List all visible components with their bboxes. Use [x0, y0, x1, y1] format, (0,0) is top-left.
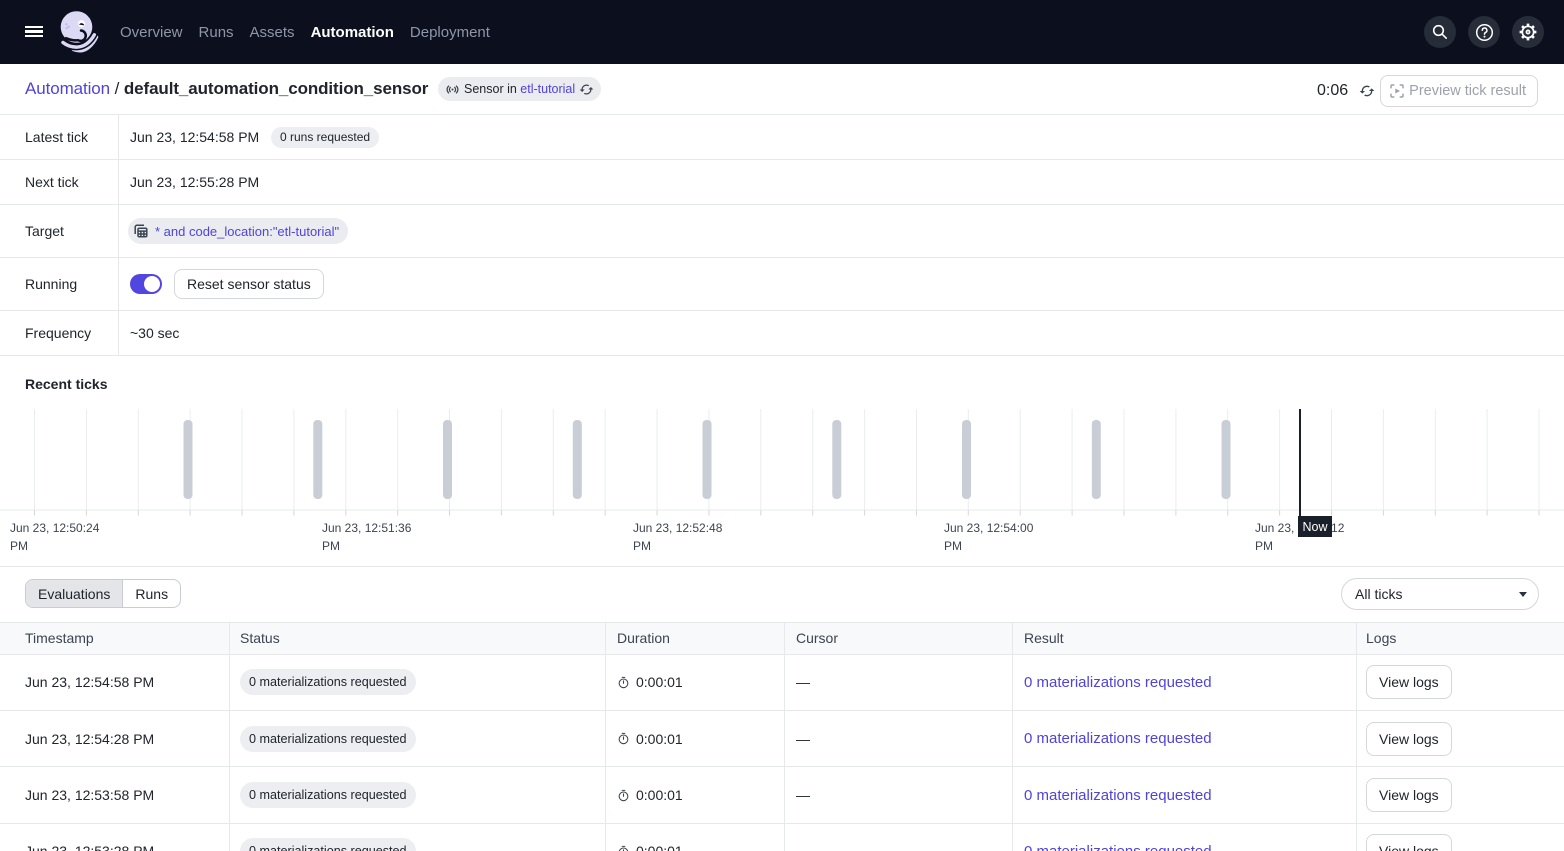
- svg-text:Now: Now: [1302, 520, 1328, 534]
